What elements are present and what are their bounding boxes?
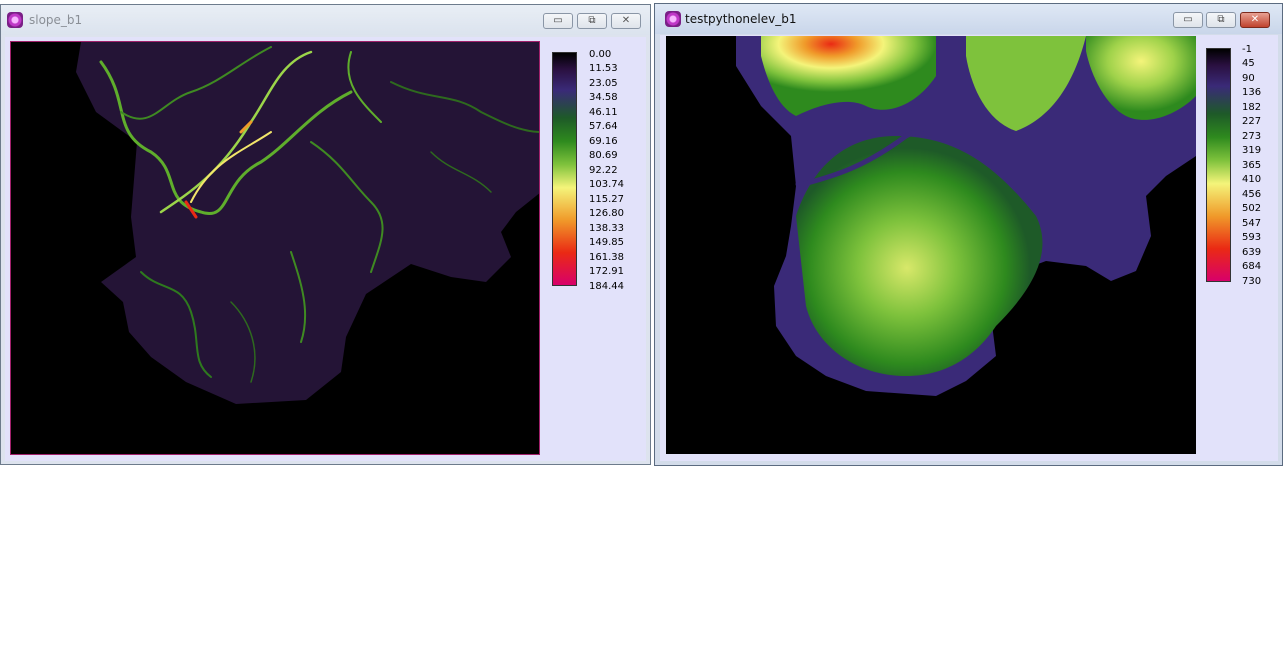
legend-label: -1 (1242, 44, 1252, 55)
elevation-legend-colorbar (1206, 48, 1231, 282)
legend-label: 182 (1242, 102, 1262, 113)
elevation-raster[interactable] (666, 36, 1196, 454)
minimize-button[interactable]: ▭ (543, 13, 573, 29)
legend-label: 639 (1242, 247, 1262, 258)
legend-label: 23.05 (589, 78, 618, 89)
legend-label: 90 (1242, 73, 1255, 84)
legend-label: 80.69 (589, 150, 618, 161)
legend-label: 136 (1242, 87, 1262, 98)
restore-button[interactable]: ⧉ (1206, 12, 1236, 28)
legend-label: 57.64 (589, 121, 618, 132)
app-icon (7, 12, 23, 28)
legend-label: 126.80 (589, 208, 624, 219)
legend-label: 161.38 (589, 252, 624, 263)
minimize-button[interactable]: ▭ (1173, 12, 1203, 28)
legend-label: 172.91 (589, 266, 624, 277)
legend-label: 502 (1242, 203, 1262, 214)
legend-label: 69.16 (589, 136, 618, 147)
legend-label: 730 (1242, 276, 1262, 287)
elevation-titlebar[interactable]: testpythonelev_b1 ▭ ⧉ ✕ (655, 4, 1282, 34)
legend-label: 319 (1242, 145, 1262, 156)
window-title: slope_b1 (29, 13, 83, 27)
legend-label: 593 (1242, 232, 1262, 243)
legend-label: 365 (1242, 160, 1262, 171)
slope-raster[interactable] (10, 41, 540, 455)
close-button[interactable]: ✕ (1240, 12, 1270, 28)
elevation-window[interactable]: testpythonelev_b1 ▭ ⧉ ✕ -1 45 90 136 182… (654, 3, 1283, 466)
legend-label: 138.33 (589, 223, 624, 234)
legend-label: 547 (1242, 218, 1262, 229)
legend-label: 273 (1242, 131, 1262, 142)
legend-label: 11.53 (589, 63, 618, 74)
slope-titlebar[interactable]: slope_b1 ▭ ⧉ ✕ (1, 5, 650, 35)
legend-label: 0.00 (589, 49, 612, 60)
legend-label: 115.27 (589, 194, 624, 205)
legend-label: 46.11 (589, 107, 618, 118)
legend-label: 684 (1242, 261, 1262, 272)
legend-label: 456 (1242, 189, 1262, 200)
close-button[interactable]: ✕ (611, 13, 641, 29)
slope-client-area: 0.00 11.53 23.05 34.58 46.11 57.64 69.16… (5, 37, 646, 461)
legend-label: 184.44 (589, 281, 624, 292)
slope-window[interactable]: slope_b1 ▭ ⧉ ✕ 0.00 11.53 23.05 34.58 46… (0, 4, 651, 465)
legend-label: 227 (1242, 116, 1262, 127)
app-icon (665, 11, 681, 27)
legend-label: 410 (1242, 174, 1262, 185)
legend-label: 92.22 (589, 165, 618, 176)
legend-label: 149.85 (589, 237, 624, 248)
slope-legend-colorbar (552, 52, 577, 286)
window-title: testpythonelev_b1 (685, 12, 797, 26)
legend-label: 34.58 (589, 92, 618, 103)
legend-label: 103.74 (589, 179, 624, 190)
legend-label: 45 (1242, 58, 1255, 69)
elevation-client-area: -1 45 90 136 182 227 273 319 365 410 456… (660, 35, 1278, 461)
restore-button[interactable]: ⧉ (577, 13, 607, 29)
